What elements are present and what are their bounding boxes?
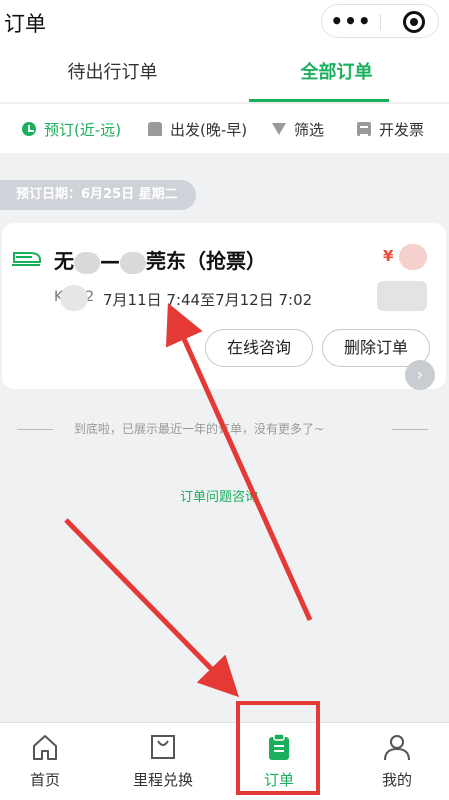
filter-label: 筛选 [294, 120, 325, 139]
highlight-box [236, 701, 320, 795]
blurred-price [399, 244, 427, 270]
end-of-list: 到底啦，已展示最近一年的订单，没有更多了~ [0, 419, 449, 439]
close-target-icon[interactable] [403, 11, 425, 33]
divider [17, 429, 53, 430]
order-card[interactable]: 无 — 莞东（抢票） ¥ K2 7月11日 7:44至7月12日 7:02 在线咨询… [2, 223, 446, 389]
blurred-train-number [60, 285, 88, 311]
divider [392, 429, 428, 430]
nav-label: 我的 [381, 771, 412, 789]
active-tab-indicator [249, 99, 389, 102]
header: 订单 ••• [0, 0, 449, 44]
blurred-text [120, 251, 146, 274]
booking-date-label: 预订日期：6月25日 星期二 [0, 180, 196, 210]
route-origin: 无 [54, 249, 74, 273]
more-icon[interactable]: ••• [322, 5, 380, 39]
nav-item-mileage[interactable]: 里程兑换 [118, 723, 208, 800]
clock-icon [22, 122, 36, 136]
nav-item-home[interactable]: 首页 [0, 723, 90, 800]
page-title: 订单 [4, 12, 46, 36]
filter-button[interactable]: 筛选 [272, 118, 324, 140]
nav-label: 里程兑换 [132, 771, 193, 789]
filter-sort-departure[interactable]: 出发(晚-早) [148, 118, 247, 140]
train-icon [12, 252, 41, 266]
nav-item-profile[interactable]: 我的 [352, 723, 442, 800]
order-help-link[interactable]: 订单问题咨询 [180, 486, 258, 505]
order-tabs: 待出行订单 全部订单 [0, 44, 449, 102]
nav-label: 首页 [29, 771, 60, 789]
filter-bar: 预订(近-远) 出发(晚-早) 筛选 开发票 [0, 103, 449, 153]
funnel-icon [272, 123, 286, 135]
tab-upcoming-orders[interactable]: 待出行订单 [0, 44, 225, 102]
capsule-divider [380, 14, 381, 30]
price-symbol: ¥ [383, 247, 394, 265]
invoice-icon [357, 122, 371, 136]
online-consult-button[interactable]: 在线咨询 [205, 329, 313, 367]
filter-label: 开发票 [379, 120, 425, 139]
home-icon [33, 735, 57, 760]
filter-label: 出发(晚-早) [170, 120, 248, 139]
annotation-arrow [64, 518, 239, 698]
end-message: 到底啦，已展示最近一年的订单，没有更多了~ [74, 422, 325, 436]
mini-program-capsule: ••• [321, 4, 439, 38]
travel-time: 7月11日 7:44至7月12日 7:02 [103, 291, 313, 309]
route-destination: 莞东（抢票） [146, 249, 266, 273]
invoice-button[interactable]: 开发票 [357, 118, 424, 140]
user-icon [384, 735, 410, 761]
tab-all-orders[interactable]: 全部订单 [224, 44, 449, 102]
blurred-text [74, 251, 100, 274]
shopping-bag-icon [151, 735, 175, 759]
bottom-nav: 首页 里程兑换 订单 我的 [0, 722, 449, 800]
chevron-right-icon[interactable]: › [405, 360, 435, 390]
filter-label: 预订(近-远) [44, 120, 122, 139]
filter-sort-booking[interactable]: 预订(近-远) [22, 118, 121, 140]
route-title: 无 — 莞东（抢票） [54, 245, 266, 274]
blurred-status [377, 281, 427, 311]
route-dash: — [100, 249, 120, 273]
building-icon [148, 122, 162, 136]
